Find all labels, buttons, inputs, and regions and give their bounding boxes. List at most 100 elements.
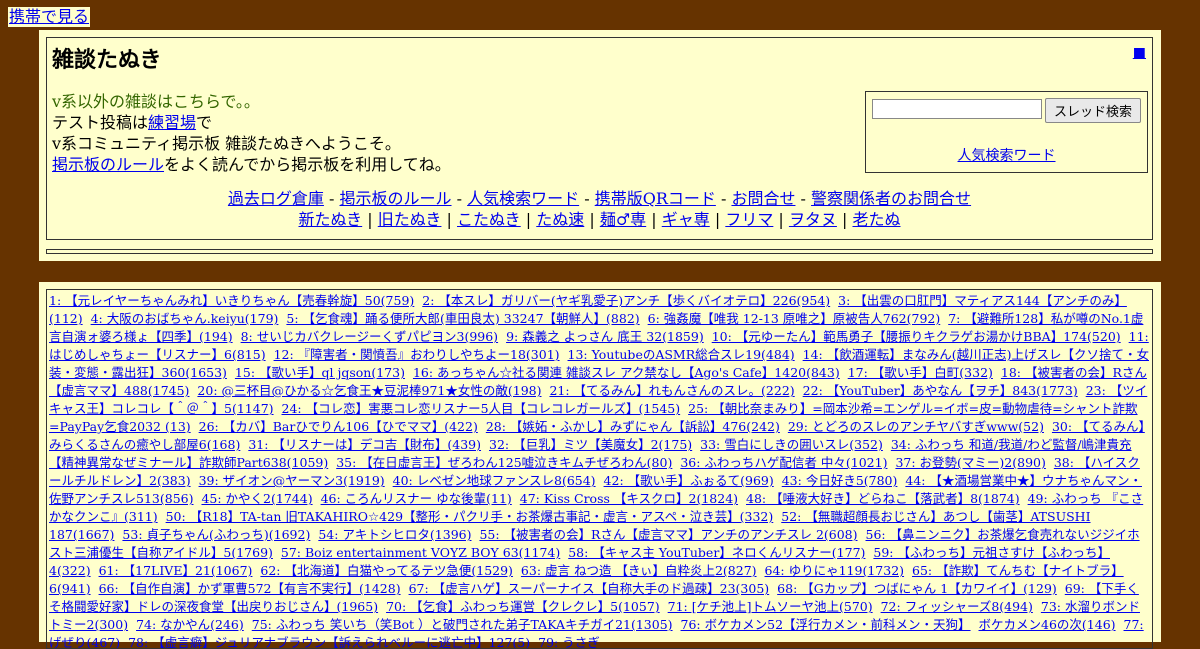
thread-link[interactable]: 68: 【Gカップ】つばにゃん 1【カワイイ】(129) (777, 581, 1057, 596)
intro-line-1: v系以外の雑談はこちらで。。 (52, 92, 260, 111)
thread-link[interactable]: 46: ころんリスナー ゆな後輩(11) (321, 491, 512, 506)
nav-separator: - (795, 189, 812, 208)
thread-search-button[interactable]: スレッド検索 (1045, 98, 1141, 123)
thread-link[interactable]: 24: 【コレ恋】害悪コレ恋リスナー5人目【コレコレガールズ】(1545) (282, 401, 681, 416)
thread-link[interactable]: 42: 【歌い手】ふぉるて(969) (604, 473, 774, 488)
thread-link[interactable]: 58: 【キャス主 YouTuber】ネロくんリスナー(177) (568, 545, 865, 560)
popular-words-wrap: 人気検索ワード (866, 145, 1147, 165)
thread-link[interactable]: 20: @三杯目@ひかる☆乞食王★豆泥棒971★女性の敵(198) (197, 383, 541, 398)
thread-link[interactable]: 57: Boiz entertainment VOYZ BOY 63(1174) (281, 545, 560, 560)
intro-line-2-prefix: テスト投稿は (52, 113, 149, 132)
thread-link[interactable]: 70: 【乞食】ふわっち運営【クレクレ】5(1057) (386, 599, 660, 614)
practice-link[interactable]: 練習場 (148, 113, 196, 132)
nav-separator: | (584, 210, 600, 229)
header-box: 雑談たぬき ■ v系以外の雑談はこちらで。。 テスト投稿は練習場で v系コミュニ… (46, 37, 1153, 240)
thread-link[interactable]: 5: 【乞食魂】踊る便所大郎(車田良太) 33247【朝鮮人】(882) (286, 311, 639, 326)
board-nav-link-6[interactable]: フリマ (725, 210, 773, 229)
nav-separator: | (441, 210, 457, 229)
separator-bar (46, 249, 1153, 254)
thread-link[interactable]: 62: 【北海道】白猫やってるテツ急便(1529) (260, 563, 513, 578)
board-nav-link-8[interactable]: 老たぬ (852, 210, 900, 229)
thread-list: 1: 【元レイヤーちゃんみれ】いきりちゃん【売春幹旋】50(759) 2: 【本… (46, 289, 1153, 649)
nav-separator: - (323, 189, 340, 208)
nav-separator: - (715, 189, 732, 208)
thread-link[interactable]: 33: 雪白にしきの囲いスレ(352) (700, 437, 883, 452)
thread-link[interactable]: 10: 【元ゆーたん】範馬勇子【腰振りキクラゲお湯かけBBA】174(520) (712, 329, 1121, 344)
search-box: スレッド検索 人気検索ワード (865, 91, 1148, 173)
search-input[interactable] (872, 99, 1042, 119)
thread-link[interactable]: 40: レベゼン地球ファンスレ8(654) (393, 473, 596, 488)
header-panel: 雑談たぬき ■ v系以外の雑談はこちらで。。 テスト投稿は練習場で v系コミュニ… (39, 30, 1161, 261)
thread-link[interactable]: 67: 【虚言ハゲ】スーパーナイス【自称大手のド過疎】23(305) (409, 581, 770, 596)
thread-link[interactable]: 43: 今日好き5(780) (782, 473, 898, 488)
intro-line-2: テスト投稿は練習場で (52, 112, 451, 133)
primary-nav-link-5[interactable]: 警察関係者のお問合せ (811, 189, 971, 208)
primary-nav-link-1[interactable]: 掲示板のルール (340, 189, 452, 208)
thread-link[interactable]: 55: 【被害者の会】Rさん【虚言ママ】アンチのアンチスレ 2(608) (479, 527, 857, 542)
nav-separator: - (579, 189, 595, 208)
thread-link[interactable]: 64: ゆりにゃ119(1732) (765, 563, 905, 578)
thread-link[interactable]: 37: お登勢(マミー)2(890) (895, 455, 1045, 470)
thread-link[interactable]: 29: とどろのスレのアンチヤバすぎwww(52) (788, 419, 1044, 434)
thread-link[interactable]: 48: 【唾液大好き】どらねこ【落武者】8(1874) (746, 491, 1020, 506)
thread-link[interactable]: 4: 大阪のおばちゃん.keiyu(179) (91, 311, 279, 326)
thread-link[interactable]: 28: 【嫉妬・ふかし】みずにゃん【訴訟】476(242) (486, 419, 780, 434)
intro-line-2-suffix: で (196, 113, 213, 132)
thread-link[interactable]: 2: 【本スレ】ガリバー(ヤギ乳愛子)アンチ【歩くバイオテロ】226(954) (422, 293, 830, 308)
thread-link[interactable]: 61: 【17LIVE】21(1067) (99, 563, 253, 578)
thread-link[interactable]: 15: 【歌い手】ql jqson(173) (235, 365, 405, 380)
thread-link[interactable]: 50: 【R18】TA-tan 旧TAKAHIRO☆429【整形・パクリ手・お茶… (166, 509, 774, 524)
thread-link[interactable]: 36: ふわっちハゲ配信者 中々(1021) (680, 455, 887, 470)
board-nav-link-4[interactable]: 麺♂専 (600, 210, 646, 229)
thread-link[interactable]: 8: せいじカバクレージーくずパピヨン3(996) (241, 329, 498, 344)
board-nav-link-7[interactable]: ヲタヌ (789, 210, 837, 229)
thread-link[interactable]: 71: [ケチ池上]トムソーヤ池上(570) (668, 599, 873, 614)
rules-link[interactable]: 掲示板のルール (52, 155, 164, 174)
square-icon[interactable]: ■ (1133, 45, 1146, 61)
thread-link[interactable]: 32: 【巨乳】ミツ【美魔女】2(175) (489, 437, 692, 452)
page-title: 雑談たぬき (52, 48, 162, 73)
board-nav-link-3[interactable]: たぬ速 (536, 210, 584, 229)
thread-link[interactable]: 78: 【虚言癖】ジュリアナブラウン【訴えられべルーに逃亡中】127(5) (128, 635, 530, 648)
board-nav: 新たぬき | 旧たぬき | こたぬき | たぬ速 | 麺♂専 | ギャ専 | フ… (47, 209, 1152, 230)
board-nav-link-5[interactable]: ギャ専 (662, 210, 710, 229)
nav-separator: | (646, 210, 662, 229)
thread-link[interactable]: 53: 貞子ちゃん(ふわっち)(1692) (122, 527, 310, 542)
nav-separator: | (836, 210, 853, 229)
thread-link[interactable]: 16: あっちゃん☆社る関連 雑談スレ アク禁なし【Ago's Cafe】142… (413, 365, 840, 380)
thread-link[interactable]: 13: YoutubeのASMR総合スレ19(484) (568, 347, 795, 362)
primary-nav-link-2[interactable]: 人気検索ワード (467, 189, 579, 208)
thread-link[interactable]: 47: Kiss Cross 【キスクロ】2(1824) (520, 491, 738, 506)
primary-nav-link-3[interactable]: 携帯版QRコード (595, 189, 716, 208)
thread-link[interactable]: 1: 【元レイヤーちゃんみれ】いきりちゃん【売春幹旋】50(759) (49, 293, 414, 308)
primary-nav-link-0[interactable]: 過去ログ倉庫 (228, 189, 324, 208)
board-nav-link-0[interactable]: 新たぬき (299, 210, 363, 229)
popular-words-link[interactable]: 人気検索ワード (958, 148, 1056, 164)
thread-link[interactable]: 66: 【自作自演】かず軍曹572【有言不実行】(1428) (99, 581, 401, 596)
thread-link[interactable]: 22: 【YouTuber】あやなん【ヲチ】843(1773) (803, 383, 1078, 398)
thread-link[interactable]: 21: 【てるみん】れもんさんのスレ。(222) (549, 383, 794, 398)
thread-link[interactable]: 63: 虚言 ねつ造 【きぃ】自粋炎上2(827) (521, 563, 757, 578)
thread-link[interactable]: 31: 【リスナーは】デコ吉【財布】(439) (248, 437, 481, 452)
thread-link[interactable]: 72: フィッシャーズ8(494) (881, 599, 1033, 614)
intro-line-4-suffix: をよく読んでから掲示板を利用してね。 (164, 155, 451, 174)
board-nav-link-1[interactable]: 旧たぬき (378, 210, 442, 229)
primary-nav-link-4[interactable]: お問合せ (731, 189, 795, 208)
thread-link[interactable]: 9: 森義之 よっさん 底王 32(1859) (506, 329, 704, 344)
thread-link[interactable]: 26: 【カバ】Barひでりん106【ひでママ】(422) (199, 419, 478, 434)
thread-link[interactable]: 54: アキトシヒロタ(1396) (318, 527, 471, 542)
thread-link[interactable]: 39: ザイオン@ヤーマン3(1919) (199, 473, 385, 488)
nav-separator: | (362, 210, 378, 229)
nav-separator: - (451, 189, 468, 208)
thread-link[interactable]: 35: 【在日虚言王】ぜろわん125嘘泣きキムチぜろわん(80) (336, 455, 672, 470)
thread-link[interactable]: 79: うさぎ (538, 635, 600, 648)
thread-link[interactable]: 17: 【歌い手】白町(332) (848, 365, 993, 380)
nav-separator: | (709, 210, 726, 229)
thread-link[interactable]: 6: 強姦魔【唯我 12-13 原唯之】原被告人762(792) (648, 311, 941, 326)
nav-separator: | (520, 210, 537, 229)
thread-link[interactable]: 45: かやく2(1744) (201, 491, 312, 506)
intro-text: v系以外の雑談はこちらで。。 テスト投稿は練習場で v系コミュニティ掲示板 雑談… (52, 91, 451, 175)
thread-link[interactable]: 12: 『障害者・関憤吾』おわりしやちよー18(301) (274, 347, 560, 362)
mobile-view-link[interactable]: 携帯で見る (8, 7, 91, 27)
board-nav-link-2[interactable]: こたぬき (457, 210, 521, 229)
